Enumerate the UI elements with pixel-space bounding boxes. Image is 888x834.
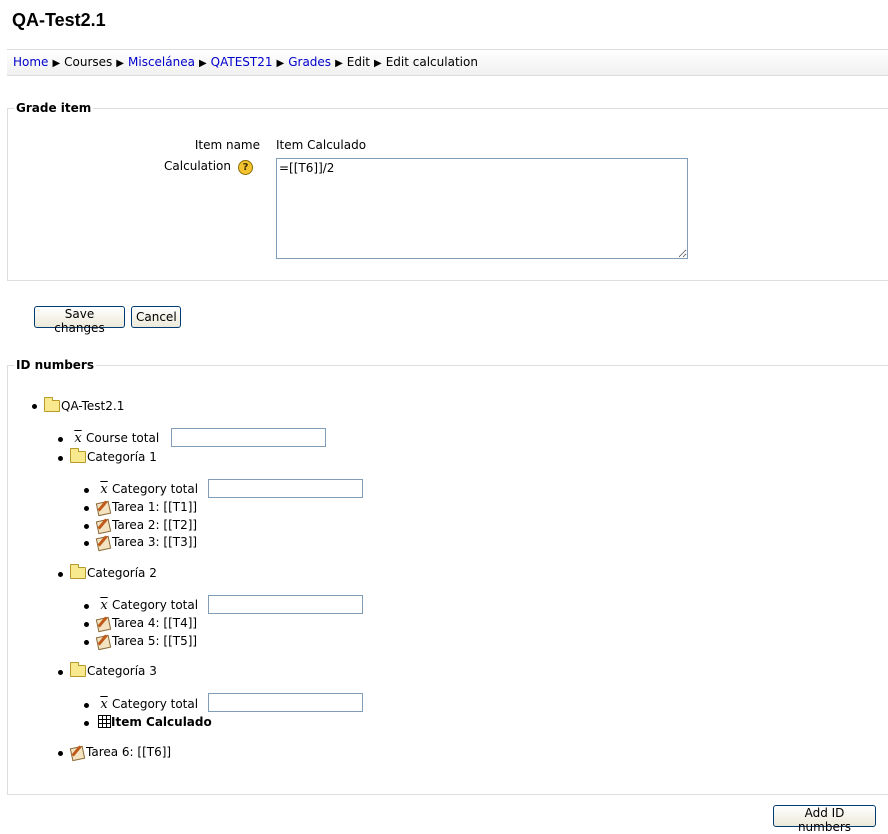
grade-item-label: Tarea 2: [[T2]] [112, 518, 198, 532]
grade-item-label: Tarea 1: [[T1]] [112, 500, 198, 514]
calculated-item-row: Item Calculado [98, 713, 212, 731]
category-total-label: Category total [112, 598, 199, 612]
mean-icon: x [100, 482, 108, 497]
list-bullet [84, 721, 89, 726]
tree-root: QA-Test2.1 [44, 397, 124, 415]
tree-root-label: QA-Test2.1 [61, 399, 125, 413]
list-bullet [58, 572, 63, 577]
category-label: Categoría 3 [87, 664, 157, 678]
list-bullet [84, 703, 89, 708]
breadcrumb-edit: Edit [346, 55, 371, 69]
add-id-numbers-button[interactable]: Add ID numbers [773, 805, 876, 834]
list-bullet [84, 506, 89, 511]
grade-item-row: Tarea 2: [[T2]] [96, 516, 197, 534]
grade-item-label: Tarea 3: [[T3]] [112, 535, 198, 549]
folder-icon [70, 448, 86, 463]
list-bullet [84, 622, 89, 627]
grade-item-row: Tarea 5: [[T5]] [96, 632, 197, 650]
breadcrumb-home[interactable]: Home [13, 55, 48, 69]
grade-item-legend: Grade item [16, 101, 92, 115]
assignment-icon [96, 615, 111, 630]
list-bullet [84, 524, 89, 529]
save-changes-button[interactable]: Save changes [34, 306, 125, 335]
category-label: Categoría 2 [87, 566, 157, 580]
assignment-icon [96, 633, 111, 648]
category-total-row: x Category total [98, 695, 198, 713]
breadcrumb-edit-calculation: Edit calculation [385, 55, 478, 69]
category-total-label: Category total [112, 697, 199, 711]
list-bullet [84, 541, 89, 546]
assignment-icon [96, 499, 111, 514]
course-total-idnumber-input[interactable] [171, 428, 326, 447]
list-bullet [58, 751, 63, 756]
breadcrumb-courses: Courses [64, 55, 113, 69]
category-total-idnumber-input[interactable] [208, 595, 363, 614]
folder-icon [70, 662, 86, 677]
list-bullet [84, 640, 89, 645]
category-total-row: x Category total [98, 596, 198, 614]
mean-icon: x [100, 697, 108, 712]
category-total-idnumber-input[interactable] [208, 479, 363, 498]
item-name-value: Item Calculado [276, 138, 367, 152]
category-total-idnumber-input[interactable] [208, 693, 363, 712]
grade-item-row: Tarea 1: [[T1]] [96, 498, 197, 516]
cancel-button[interactable]: Cancel [131, 306, 181, 328]
list-bullet [84, 604, 89, 609]
mean-icon: x [100, 598, 108, 613]
assignment-icon [70, 744, 85, 759]
breadcrumb-separator-icon: ▶ [374, 58, 382, 69]
list-bullet [58, 437, 63, 442]
category-total-row: x Category total [98, 480, 198, 498]
grade-item-row: Tarea 4: [[T4]] [96, 614, 197, 632]
page-title: QA-Test2.1 [12, 10, 106, 30]
breadcrumb-separator-icon: ▶ [52, 58, 61, 69]
category-label: Categoría 1 [87, 450, 157, 464]
category-row: Categoría 2 [70, 564, 157, 582]
breadcrumb-miscelanea[interactable]: Miscelánea [128, 55, 195, 69]
list-bullet [58, 670, 63, 675]
breadcrumb-separator-icon: ▶ [335, 58, 343, 69]
category-row: Categoría 3 [70, 662, 157, 680]
breadcrumb-grades[interactable]: Grades [288, 55, 331, 69]
grade-item-row: Tarea 6: [[T6]] [70, 743, 171, 761]
calculated-item-label: Item Calculado [111, 715, 212, 729]
breadcrumb: Home ▶ Courses ▶ Miscelánea ▶ QATEST21 ▶ Grades ▶… [7, 49, 888, 76]
assignment-icon [96, 534, 111, 549]
list-bullet [84, 488, 89, 493]
list-bullet [58, 456, 63, 461]
calculation-textarea[interactable]: =[[T6]]/2 [276, 158, 688, 259]
calculator-icon [98, 715, 111, 728]
category-total-label: Category total [112, 482, 199, 496]
course-total-row: x Course total [72, 429, 159, 447]
breadcrumb-separator-icon: ▶ [276, 58, 285, 69]
folder-icon [44, 397, 60, 412]
course-total-label: Course total [86, 431, 160, 445]
help-icon[interactable]: ? [238, 160, 253, 175]
folder-icon [70, 564, 86, 579]
breadcrumb-separator-icon: ▶ [198, 58, 207, 69]
grade-item-label: Tarea 5: [[T5]] [112, 634, 198, 648]
grade-item-row: Tarea 3: [[T3]] [96, 533, 197, 551]
id-numbers-legend: ID numbers [16, 358, 94, 372]
calculation-label: Calculation [164, 159, 231, 173]
item-name-label: Item name [194, 138, 260, 152]
grade-item-label: Tarea 6: [[T6]] [86, 745, 172, 759]
mean-icon: x [74, 431, 82, 446]
list-bullet [32, 404, 37, 409]
grade-item-label: Tarea 4: [[T4]] [112, 616, 198, 630]
breadcrumb-separator-icon: ▶ [116, 58, 124, 69]
category-row: Categoría 1 [70, 448, 157, 466]
assignment-icon [96, 517, 111, 532]
breadcrumb-qatest21[interactable]: QATEST21 [211, 55, 273, 69]
